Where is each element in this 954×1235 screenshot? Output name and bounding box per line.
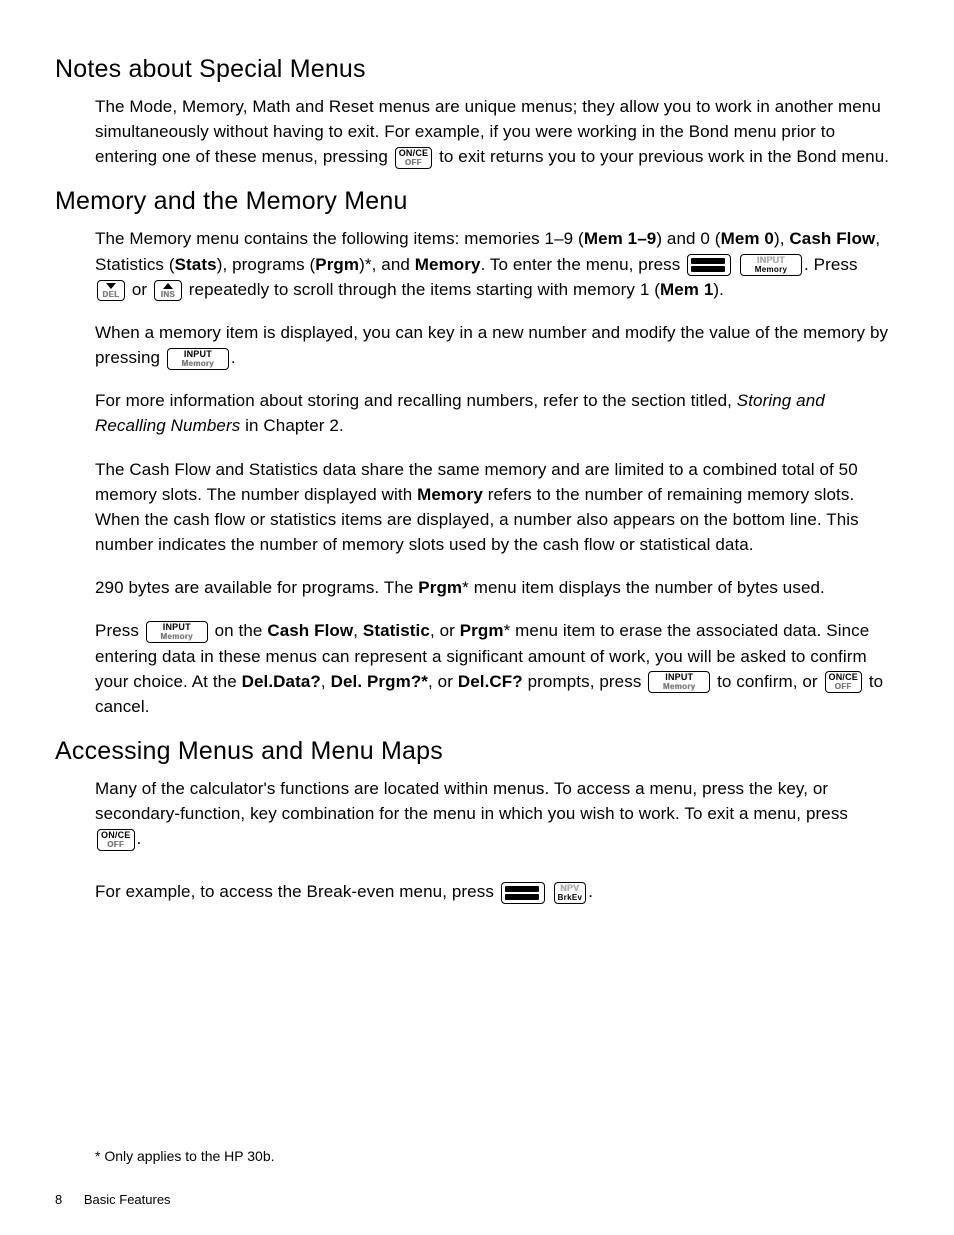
bold: Mem 1 [660,280,713,299]
key-shift [501,882,545,904]
para-s2-4: The Cash Flow and Statistics data share … [95,457,894,558]
section-body-2: The Memory menu contains the following i… [95,226,894,719]
page-number: 8 [55,1192,62,1207]
key-label-bot: BrkEv [558,894,583,902]
text: to confirm, or [717,672,822,691]
text: ). [713,280,724,299]
para-s2-5: 290 bytes are available for programs. Th… [95,575,894,600]
text: . [588,882,593,901]
key-label-bot: OFF [101,841,131,849]
section-body-3: Many of the calculator's functions are l… [95,776,894,905]
bold: Mem 0 [721,229,774,248]
text: , or [430,621,460,640]
text: Many of the calculator's functions are l… [95,779,848,823]
para-s3-2: For example, to access the Break-even me… [95,879,894,904]
key-label-bot: INS [158,291,178,299]
section-body-1: The Mode, Memory, Math and Reset menus a… [95,94,894,169]
para-s3-1: Many of the calculator's functions are l… [95,776,894,851]
page-footer: 8 Basic Features [55,1192,171,1207]
text: ), [774,229,789,248]
text: )*, and [359,255,415,274]
bold: Prgm [460,621,504,640]
bold: Del.Data? [242,672,321,691]
key-input-memory-outline: INPUTMemory [740,254,802,276]
text: in Chapter 2. [240,416,343,435]
text: . To enter the menu, press [481,255,686,274]
text: repeatedly to scroll through the items s… [189,280,660,299]
key-label-bot: OFF [829,683,859,691]
text: prompts, press [523,672,646,691]
text: . [231,348,236,367]
bold: Prgm [315,255,359,274]
para-s2-3: For more information about storing and r… [95,388,894,438]
bold: Del. Prgm?* [331,672,428,691]
key-label-bot: Memory [744,266,798,274]
bold: Cash Flow [789,229,875,248]
key-down-arrow: DEL [97,280,125,301]
bold: Del.CF? [458,672,523,691]
text: to exit returns you to your previous wor… [439,147,889,166]
text: ) and 0 ( [656,229,720,248]
text: , or [428,672,458,691]
key-on-ce: ON/CEOFF [97,829,135,851]
page: Notes about Special Menus The Mode, Memo… [0,0,954,1235]
bold: Stats [175,255,217,274]
bold: Memory [415,255,481,274]
section-name: Basic Features [84,1192,171,1207]
key-shift [687,254,731,276]
text: For more information about storing and r… [95,391,737,410]
text: , [353,621,363,640]
text: , [321,672,331,691]
text: For example, to access the Break-even me… [95,882,499,901]
para-s1-1: The Mode, Memory, Math and Reset menus a… [95,94,894,169]
para-s2-6: Press INPUTMemory on the Cash Flow, Stat… [95,618,894,719]
text: . [137,829,142,848]
heading-memory-menu: Memory and the Memory Menu [55,187,894,216]
bold: Statistic [363,621,430,640]
bold: Cash Flow [267,621,353,640]
key-label-bot: OFF [399,159,429,167]
key-input-memory: INPUTMemory [648,671,710,693]
text: * menu item displays the number of bytes… [462,578,825,597]
para-s2-1: The Memory menu contains the following i… [95,226,894,301]
bold: Mem 1–9 [584,229,657,248]
key-on-ce: ON/CEOFF [395,147,433,169]
key-up-arrow: INS [154,280,182,301]
text: 290 bytes are available for programs. Th… [95,578,418,597]
heading-accessing-menus: Accessing Menus and Menu Maps [55,737,894,766]
key-npv-brkev: NPVBrkEv [554,882,587,904]
text: Press [95,621,144,640]
key-label-bot: Memory [171,360,225,368]
heading-special-menus: Notes about Special Menus [55,55,894,84]
bold: Memory [417,485,483,504]
text: ), programs ( [217,255,316,274]
text: or [132,280,152,299]
key-label-bot: DEL [101,291,121,299]
bold: Prgm [418,578,462,597]
text: The Memory menu contains the following i… [95,229,584,248]
text: on the [215,621,268,640]
key-input-memory: INPUTMemory [146,621,208,643]
key-label-bot: Memory [150,633,204,641]
key-on-ce: ON/CEOFF [825,671,863,693]
key-input-memory: INPUTMemory [167,348,229,370]
text: . Press [804,255,858,274]
footnote: * Only applies to the HP 30b. [95,1147,275,1165]
para-s2-2: When a memory item is displayed, you can… [95,320,894,370]
key-label-bot: Memory [652,683,706,691]
